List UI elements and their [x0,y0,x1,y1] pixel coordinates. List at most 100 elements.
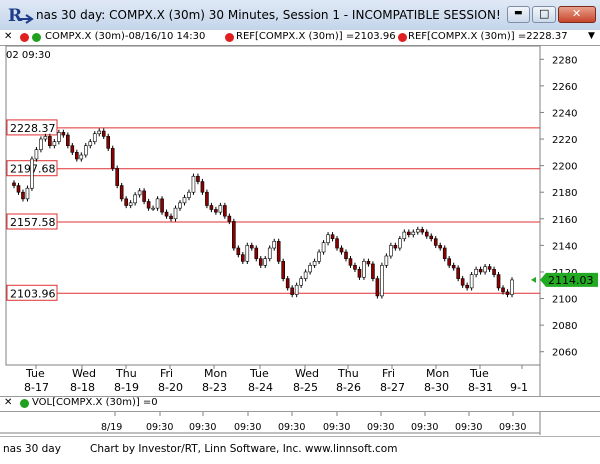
volume-time-label: 09:30 [146,422,173,433]
candle-body [39,138,43,150]
candle-body [34,149,39,160]
candle-body [402,231,407,240]
candle-body [173,207,178,220]
x-day-label: Fri [382,367,395,380]
x-date-label: 8-27 [380,381,405,394]
close-volume-icon[interactable]: ✕ [4,397,12,408]
candle-body [88,141,93,146]
candle-body [281,261,285,279]
candle-body [348,258,353,266]
volume-time-label: 09:30 [367,422,394,433]
candle-body [196,175,200,182]
x-day-label: Wed [72,367,96,380]
top-time-label: 02 09:30 [6,50,51,61]
candle-body [133,194,137,204]
x-day-label: Thu [337,367,359,380]
candle-body [456,267,460,279]
candle-body [124,198,128,206]
candle-body [182,197,187,204]
candle-body [317,251,321,262]
candle-body [290,287,294,295]
candle-body [344,251,348,259]
x-day-label: Tue [25,367,45,380]
candle-body [469,274,474,289]
candle-body [92,133,97,143]
candle-body [164,211,169,217]
x-date-label: 8-30 [424,381,449,394]
candle-body [465,284,469,289]
candle-body [97,130,102,135]
candle-body [21,191,25,200]
candle-body [312,261,317,266]
candle-body [496,274,501,289]
candle-body [492,268,496,275]
candle-body [52,141,57,146]
candle-body [218,205,223,213]
candle-body [128,202,133,206]
candle-body [384,255,389,266]
volume-label: VOL[COMPX.X (30m)] =0 [32,397,158,408]
x-day-label: Thu [115,367,137,380]
ref-label: 2157.58 [10,216,56,229]
candle-body [101,130,106,137]
candle-body [411,231,416,236]
y-tick-label: 2240 [552,108,577,119]
candle-body [263,258,268,266]
candle-body [375,278,380,297]
candle-body [447,258,451,266]
x-date-label: 8-24 [248,381,273,394]
x-date-label: 8-23 [202,381,227,394]
x-day-label: Mon [426,367,449,380]
candle-body [79,154,84,160]
x-date-label: 8-17 [24,381,49,394]
candle-body [83,145,88,156]
candle-body [205,191,209,206]
volume-panel: ✕ VOL[COMPX.X (30m)] =0 [0,396,600,412]
candle-body [478,268,483,273]
volume-time-label: 09:30 [411,422,438,433]
candle-body [407,231,411,236]
candle-body [30,158,34,189]
candle-body [61,132,66,136]
status-bar: nas 30 day Chart by Investor/RT, Linn So… [0,436,600,464]
candle-body [442,247,447,259]
candle-body [483,266,487,273]
candle-body [460,278,465,286]
current-price-label: 2114.03 [548,274,594,287]
candle-body [505,291,510,295]
y-tick-label: 2160 [552,215,577,226]
candle-body [119,185,124,200]
candle-body [398,238,402,249]
x-date-label: 8-20 [158,381,183,394]
candle-body [362,261,366,278]
ref-label: 2103.96 [10,287,56,300]
x-date-label: 8-18 [70,381,95,394]
candle-body [258,258,263,266]
candle-body [424,231,429,237]
candle-body [339,247,344,253]
candle-body [294,284,299,295]
candle-body [169,215,173,220]
candle-body [335,238,339,249]
candle-body [357,268,362,278]
y-tick-label: 2260 [552,82,577,93]
candle-body [353,265,357,270]
candle-body [366,261,371,265]
candle-body [146,201,151,209]
candle-body [200,181,205,193]
candle-body [160,198,164,213]
x-date-label: 9-1 [510,381,528,394]
candle-body [393,245,398,249]
candle-body [155,198,160,209]
candle-body [142,190,146,202]
candle-body [57,132,61,142]
candle-body [501,287,505,293]
x-day-label: Mon [204,367,227,380]
candle-body [420,229,425,233]
candle-body [43,136,48,140]
x-day-label: Wed [295,367,319,380]
candle-body [429,235,434,240]
x-date-label: 8-25 [293,381,318,394]
y-tick-label: 2280 [552,55,577,66]
candle-body [433,238,438,246]
